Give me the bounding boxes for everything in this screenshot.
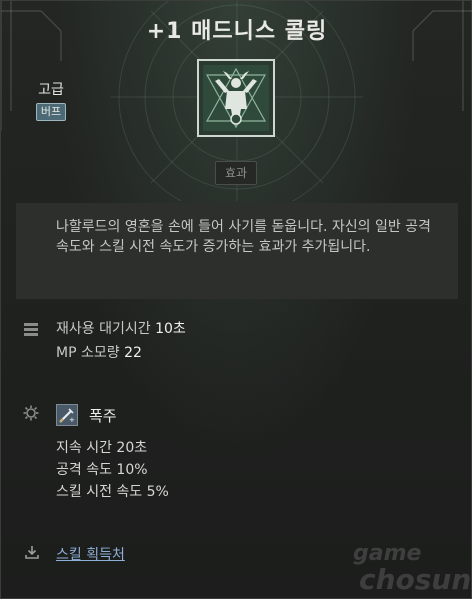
skill-description: 나할루드의 영혼을 손에 들어 사기를 돋웁니다. 자신의 일반 공격 속도와 … xyxy=(56,219,431,255)
tab-effect[interactable]: 효과 xyxy=(215,161,257,185)
cooldown-value: 10초 xyxy=(155,321,186,337)
sword-icon: + xyxy=(59,408,75,424)
mp-cost-label: MP 소모량 xyxy=(56,345,120,361)
skill-icon xyxy=(197,59,275,137)
skill-tooltip-panel: +1 매드니스 콜링 고급 버프 효과 나할루드의 영혼을 손에 들어 사기를 … xyxy=(0,0,472,599)
watermark-line2: chosun xyxy=(359,563,472,596)
buff-name: 폭주 xyxy=(89,407,117,425)
stack-icon xyxy=(24,323,38,336)
gear-icon xyxy=(23,405,39,421)
cooldown-label: 재사용 대기시간 xyxy=(56,321,151,337)
grade-label: 고급 xyxy=(38,82,64,98)
watermark-logo: game chosun xyxy=(353,541,472,599)
svg-text:+: + xyxy=(69,416,75,424)
mp-cost-line: MP 소모량 22 xyxy=(56,342,142,362)
grade-block: 고급 버프 xyxy=(23,79,79,121)
mp-cost-value: 22 xyxy=(124,345,142,361)
download-icon xyxy=(25,546,39,559)
buff-cast-speed: 스킬 시전 속도 5% xyxy=(56,484,169,500)
buff-icon: + xyxy=(56,404,78,426)
cooldown-line: 재사용 대기시간 10초 xyxy=(56,318,186,338)
buff-attack-speed: 공격 속도 10% xyxy=(56,462,148,478)
skill-title: +1 매드니스 콜링 xyxy=(146,19,328,44)
skill-type-badge: 버프 xyxy=(35,103,67,121)
skill-acquire-link[interactable]: 스킬 획득처 xyxy=(56,544,125,564)
demon-figure-icon xyxy=(203,65,269,131)
buff-duration: 지속 시간 20초 xyxy=(56,440,148,456)
